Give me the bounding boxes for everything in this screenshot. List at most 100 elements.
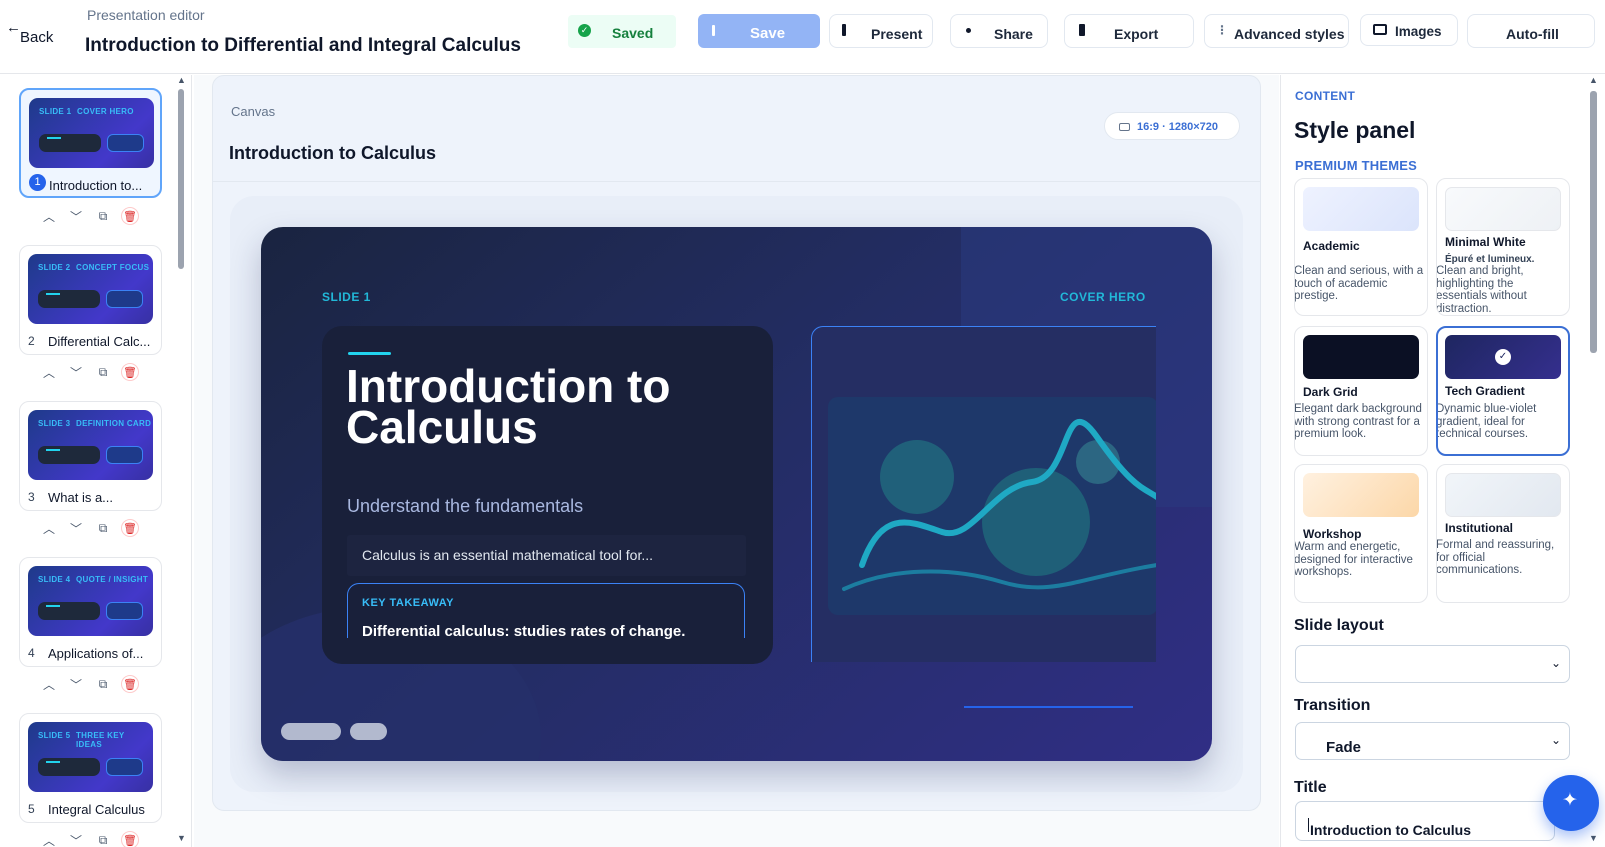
theme-workshop-swatch xyxy=(1303,473,1419,517)
app-root: ← Back Presentation editor Introduction … xyxy=(0,0,1605,847)
slide-thumbnail-preview: SLIDE 2 CONCEPT FOCUS xyxy=(28,254,153,324)
curve-illustration xyxy=(842,419,1156,591)
transition-label: Transition xyxy=(1294,697,1371,714)
slide-thumbnail-card[interactable]: SLIDE 3 DEFINITION CARD 3 What is a... xyxy=(19,401,162,511)
thumbnail-block-left xyxy=(39,134,101,152)
duplicate-icon[interactable]: ⧉ xyxy=(94,831,112,847)
slide-controls: ︿ ﹀ ⧉ 🗑 xyxy=(40,205,150,227)
delete-icon[interactable]: 🗑 xyxy=(121,831,139,847)
theme-dark-grid-desc: Elegant dark background with strong cont… xyxy=(1294,403,1422,440)
present-button[interactable]: Present xyxy=(829,14,933,48)
aspect-ratio-badge: 16:9 · 1280×720 xyxy=(1104,112,1240,140)
slide-layout-select[interactable]: ⌄ xyxy=(1295,645,1570,683)
panel-scroll-down-icon[interactable]: ▼ xyxy=(1589,833,1598,843)
takeaway-text: Differential calculus: studies rates of … xyxy=(362,623,686,640)
slide-thumbnail-preview: SLIDE 4 QUOTE / INSIGHT xyxy=(28,566,153,636)
text-cursor xyxy=(1308,818,1309,832)
panel-scrollbar[interactable] xyxy=(1590,91,1597,353)
theme-academic-desc: Clean and serious, with a touch of acade… xyxy=(1294,265,1424,302)
transition-value: Fade xyxy=(1326,739,1362,756)
export-button[interactable]: Export xyxy=(1064,14,1194,48)
delete-icon[interactable]: 🗑 xyxy=(121,207,139,225)
theme-academic[interactable]: Academic Clean and serious, with a touch… xyxy=(1294,178,1428,316)
move-up-icon[interactable]: ︿ xyxy=(40,363,58,381)
slide-footer-line xyxy=(964,706,1133,708)
share-label: Share xyxy=(994,26,1033,42)
assistant-fab[interactable]: ✦ xyxy=(1543,775,1599,831)
theme-tech-gradient[interactable]: ✓ Tech Gradient Dynamic blue-violet grad… xyxy=(1436,326,1570,456)
canvas-area: Canvas Introduction to Calculus 16:9 · 1… xyxy=(194,75,1279,847)
theme-tech-gradient-swatch: ✓ xyxy=(1445,335,1561,379)
slide-preview[interactable]: SLIDE 1 COVER HERO Introduction to Calcu… xyxy=(261,227,1212,761)
scroll-up-icon[interactable]: ▲ xyxy=(177,75,186,85)
save-button[interactable]: Save xyxy=(698,14,820,48)
slide-thumbnail-card[interactable]: SLIDE 4 QUOTE / INSIGHT 4 Applications of..… xyxy=(19,557,162,667)
slide-list-scrollbar[interactable] xyxy=(178,89,184,269)
saved-label: Saved xyxy=(612,25,654,41)
advanced-styles-button[interactable]: ⋮ Advanced styles xyxy=(1204,14,1349,48)
theme-dark-grid-name: Dark Grid xyxy=(1303,385,1358,399)
move-down-icon[interactable]: ﹀ xyxy=(67,207,85,225)
delete-icon[interactable]: 🗑 xyxy=(121,519,139,537)
slide-tag-pill-1 xyxy=(281,723,341,740)
slide-title: Applications of... xyxy=(48,646,144,661)
theme-minimal-white[interactable]: Minimal White Épuré et lumineux. Clean a… xyxy=(1436,178,1570,316)
duplicate-icon[interactable]: ⧉ xyxy=(94,363,112,381)
move-down-icon[interactable]: ﹀ xyxy=(67,519,85,537)
thumbnail-block-right xyxy=(106,290,143,308)
slide-controls: ︿ ﹀ ⧉ 🗑 xyxy=(40,517,150,539)
move-up-icon[interactable]: ︿ xyxy=(40,519,58,537)
slide-number: 4 xyxy=(28,646,35,660)
theme-institutional-name: Institutional xyxy=(1445,521,1513,535)
theme-academic-swatch xyxy=(1303,187,1419,231)
delete-icon[interactable]: 🗑 xyxy=(121,675,139,693)
move-up-icon[interactable]: ︿ xyxy=(40,207,58,225)
images-label: Images xyxy=(1395,24,1442,39)
images-button[interactable]: Images xyxy=(1360,14,1458,46)
slide-thumbnail-card[interactable]: SLIDE 2 CONCEPT FOCUS 2 Differential Calc..… xyxy=(19,245,162,355)
thumbnail-block-left xyxy=(38,602,100,620)
export-label: Export xyxy=(1114,26,1159,42)
slide-thumbnail-card[interactable]: SLIDE 1 COVER HERO 1 Introduction to... xyxy=(19,88,162,198)
theme-institutional[interactable]: Institutional Formal and reassuring, for… xyxy=(1436,464,1570,603)
share-button[interactable]: Share xyxy=(950,14,1048,48)
panel-scroll-up-icon[interactable]: ▲ xyxy=(1589,75,1598,85)
move-up-icon[interactable]: ︿ xyxy=(40,831,58,847)
theme-workshop-desc: Warm and energetic, designed for interac… xyxy=(1294,541,1413,578)
move-down-icon[interactable]: ﹀ xyxy=(67,831,85,847)
arrow-left-icon: ← xyxy=(6,19,21,36)
check-circle-icon: ✓ xyxy=(578,24,591,37)
move-up-icon[interactable]: ︿ xyxy=(40,675,58,693)
move-down-icon[interactable]: ﹀ xyxy=(67,363,85,381)
save-icon xyxy=(712,25,715,36)
ratio-icon xyxy=(1119,123,1130,131)
slide-title: Differential Calc... xyxy=(48,334,151,349)
slide-heading: Introduction to Calculus xyxy=(346,360,671,453)
title-input[interactable]: Introduction to Calculus xyxy=(1295,801,1555,841)
slide-thumbnail-card[interactable]: SLIDE 5 THREE KEY IDEAS 5 Integral Calculus xyxy=(19,713,162,823)
slide-title: What is a... xyxy=(48,490,114,505)
illustration-curve-secondary xyxy=(842,563,1156,591)
thumbnail-block-right xyxy=(106,758,143,776)
transition-select[interactable]: Fade ⌄ xyxy=(1295,722,1570,760)
thumbnail-label-right: QUOTE / INSIGHT xyxy=(76,575,149,584)
back-button[interactable]: ← Back xyxy=(6,19,66,48)
slide-number: 5 xyxy=(28,802,35,816)
more-vertical-icon: ⋮ xyxy=(1216,23,1228,37)
theme-dark-grid[interactable]: Dark Grid Elegant dark background with s… xyxy=(1294,326,1428,456)
scroll-down-icon[interactable]: ▼ xyxy=(177,833,186,843)
thumbnail-label-left: SLIDE 1 xyxy=(39,107,72,116)
thumbnail-label-left: SLIDE 5 xyxy=(38,731,71,740)
duplicate-icon[interactable]: ⧉ xyxy=(94,675,112,693)
slide-thumbnail-preview: SLIDE 5 THREE KEY IDEAS xyxy=(28,722,153,792)
slide-number: 1 xyxy=(29,174,46,191)
move-down-icon[interactable]: ﹀ xyxy=(67,675,85,693)
autofill-button[interactable]: Auto-fill xyxy=(1467,14,1595,48)
slide-number: 2 xyxy=(28,334,35,348)
theme-workshop[interactable]: Workshop Warm and energetic, designed fo… xyxy=(1294,464,1428,603)
duplicate-icon[interactable]: ⧉ xyxy=(94,519,112,537)
duplicate-icon[interactable]: ⧉ xyxy=(94,207,112,225)
slide-layout-label: Slide layout xyxy=(1294,617,1384,634)
slide-thumbnail-preview: SLIDE 1 COVER HERO xyxy=(29,98,154,168)
delete-icon[interactable]: 🗑 xyxy=(121,363,139,381)
